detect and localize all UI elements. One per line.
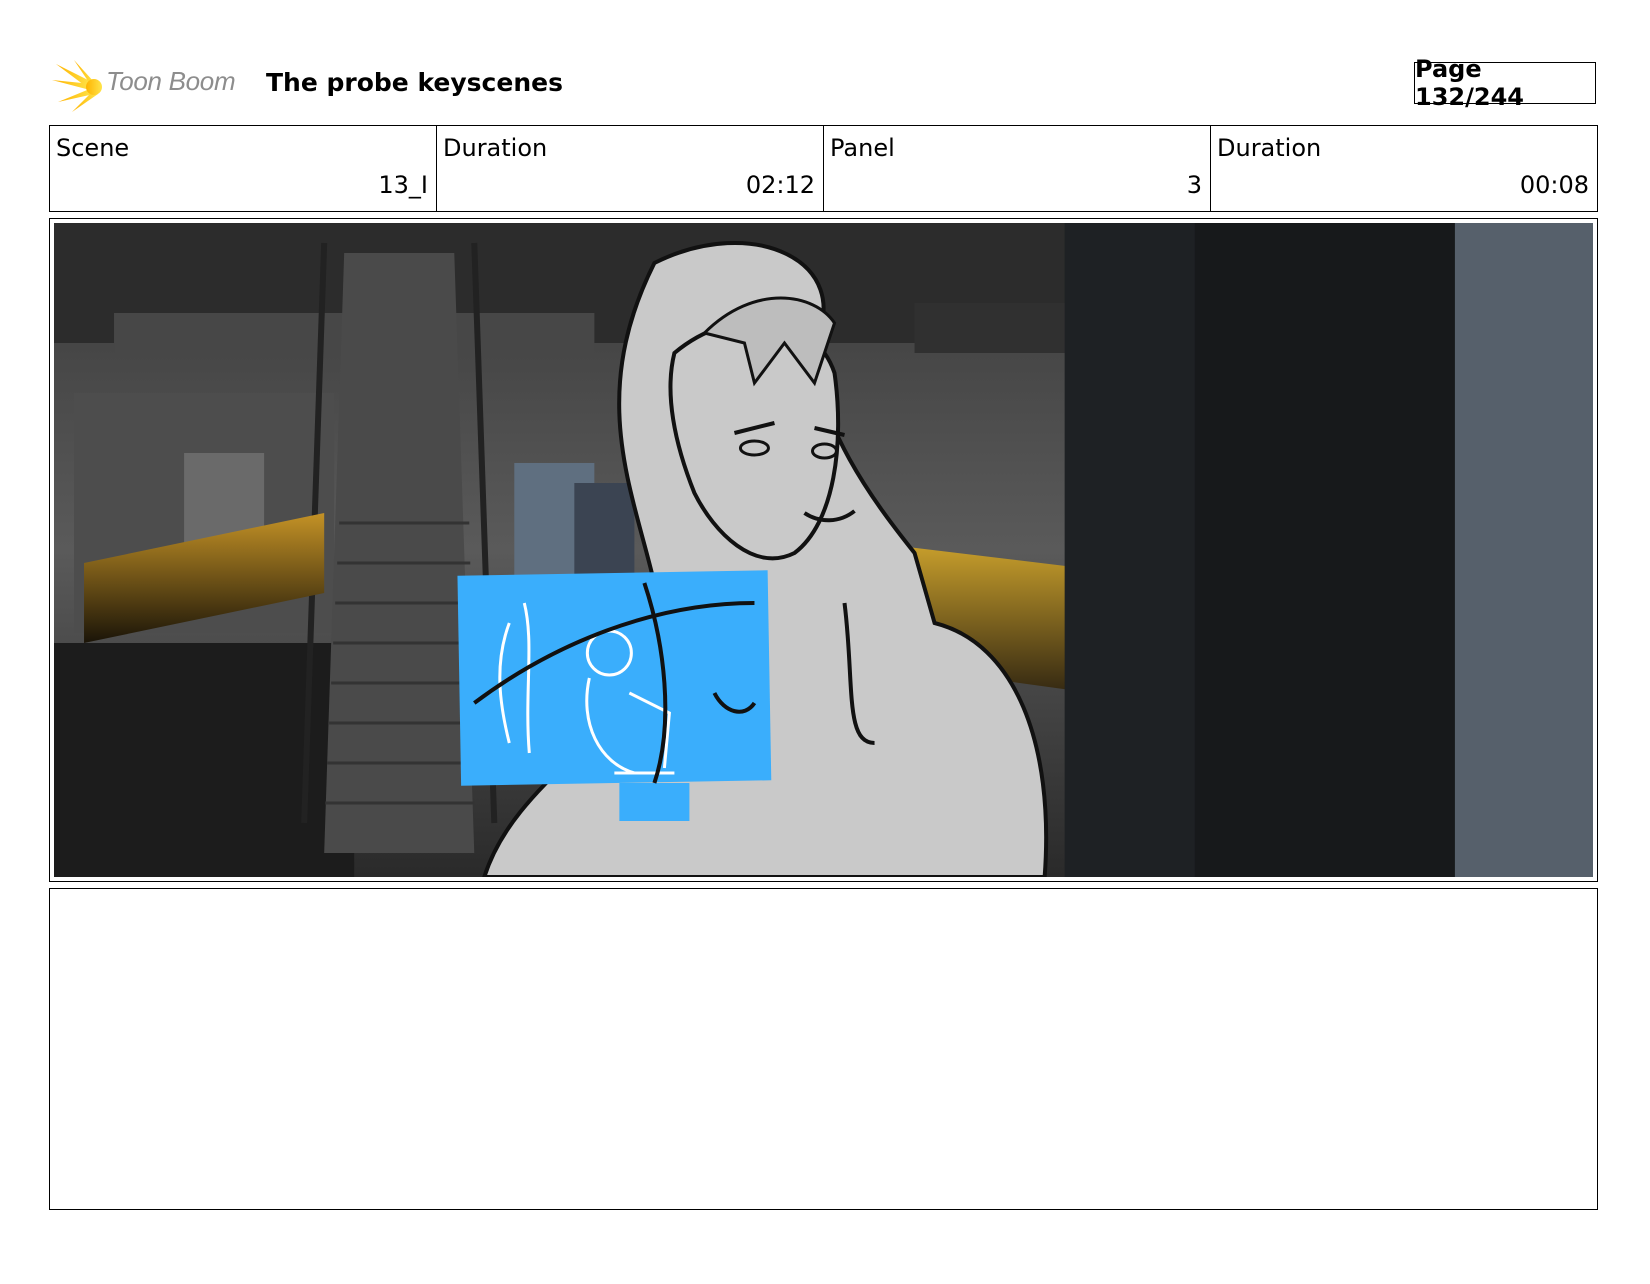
scene-duration-label: Duration [443,134,548,162]
document-title: The probe keyscenes [266,68,563,97]
scene-cell: Scene 13_I [50,126,437,211]
panel-duration-cell: Duration 00:08 [1211,126,1597,211]
panel-value: 3 [1186,171,1202,199]
page-number: Page 132/244 [1414,55,1596,111]
panel-duration-value: 00:08 [1519,171,1589,199]
scene-label: Scene [56,134,130,162]
scene-value: 13_I [378,171,428,199]
scene-duration-cell: Duration 02:12 [437,126,824,211]
scene-duration-value: 02:12 [745,171,815,199]
panel-cell: Panel 3 [824,126,1211,211]
panel-artwork [54,223,1593,877]
panel-label: Panel [830,134,895,162]
panel-notes [49,888,1598,1210]
panel-duration-label: Duration [1217,134,1322,162]
scene-info-table: Scene 13_I Duration 02:12 Panel 3 Durati… [49,125,1598,212]
logo-text: Toon Boom [106,66,236,96]
storyboard-panel [49,218,1598,882]
